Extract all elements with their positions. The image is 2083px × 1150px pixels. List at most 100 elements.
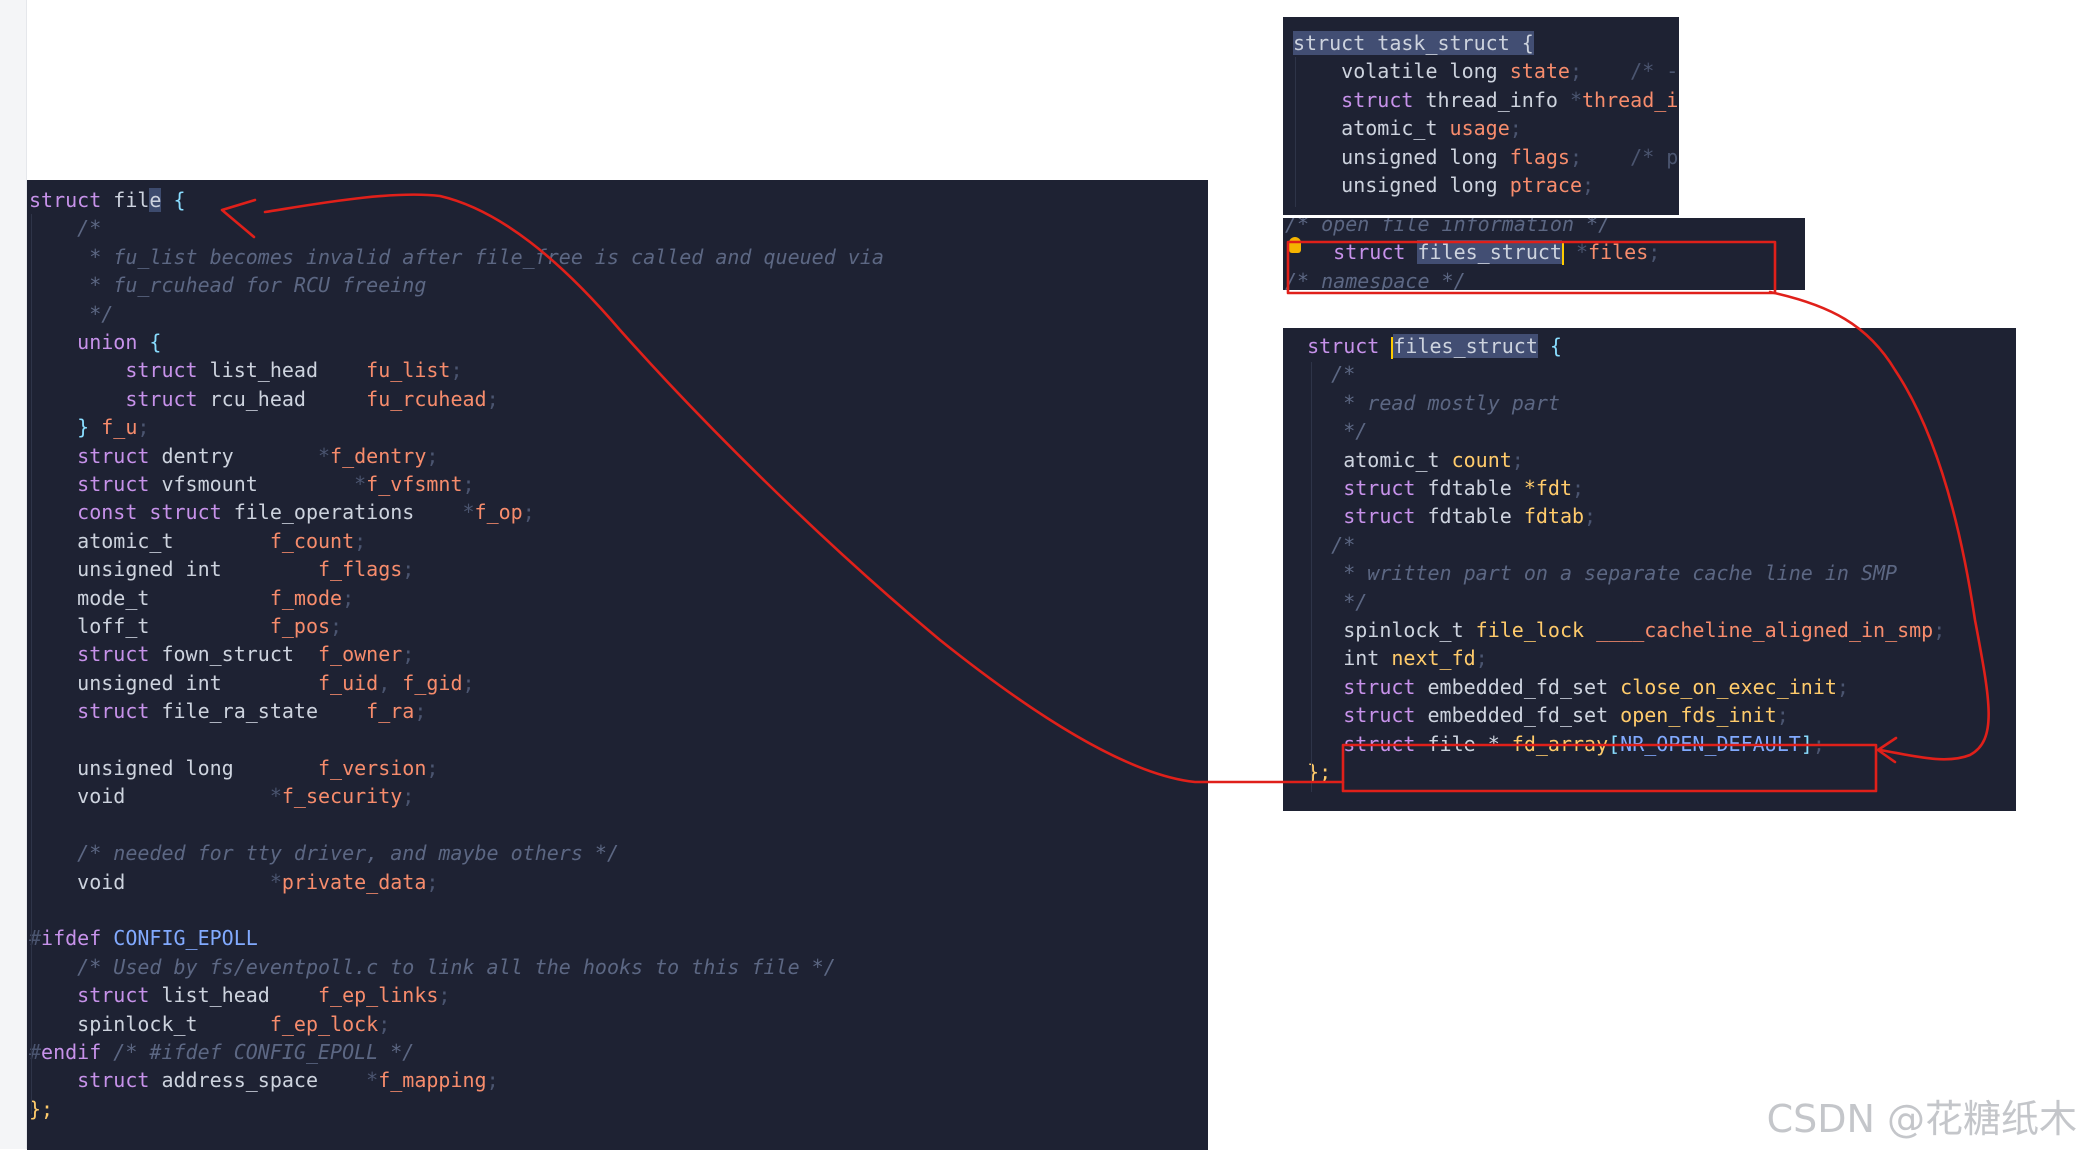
code-token: ifdef — [41, 926, 114, 951]
code-token: f_u — [101, 415, 138, 440]
code-token: ; — [402, 784, 415, 809]
code-line: atomic_t count; — [1283, 446, 2016, 474]
code-token: fil — [113, 188, 150, 212]
code-token: struct — [29, 642, 162, 667]
code-token: * read mostly part — [1283, 390, 1560, 415]
code-line: struct address_space *f_mapping; — [27, 1066, 1208, 1094]
code-line: struct list_head fu_list; — [27, 356, 1208, 384]
code-token: fu_list — [366, 358, 451, 383]
code-token: f_mapping — [378, 1068, 487, 1093]
code-line: struct rcu_head fu_rcuhead; — [27, 385, 1208, 413]
code-line: #endif /* #ifdef CONFIG_EPOLL */ — [27, 1038, 1208, 1066]
code-token: unsigned int — [29, 557, 318, 582]
indent-guide — [31, 214, 32, 1114]
code-token: ; — [1812, 731, 1825, 756]
code-line: /* needed for tty driver, and maybe othe… — [27, 839, 1208, 867]
code-token: files_struct — [1417, 240, 1562, 265]
code-token: ; — [402, 557, 415, 582]
code-panel-struct-file: struct file { /* * fu_list becomes inval… — [27, 180, 1208, 1150]
code-token: ; — [330, 614, 343, 638]
code-line: struct fdtable fdtab; — [1283, 502, 2016, 530]
code-token: */ — [1283, 419, 1368, 444]
code-token: struct — [1283, 334, 1392, 358]
indent-guide — [1295, 57, 1296, 207]
code-line: struct file { — [27, 186, 1208, 214]
code-token: file_ra_state — [161, 699, 367, 724]
code-token: struct — [1283, 703, 1428, 728]
code-line: mode_t f_mode; — [27, 584, 1208, 612]
code-token: }; — [29, 1096, 54, 1121]
code-line: /* — [1283, 531, 2016, 559]
code-token: spinlock_t — [29, 1011, 270, 1036]
code-token: usage — [1449, 116, 1510, 141]
code-token: struct — [1283, 476, 1428, 500]
code-token: ; — [1584, 504, 1597, 529]
code-token: ; — [462, 670, 475, 695]
code-line: unsigned int f_uid, f_gid; — [27, 669, 1208, 697]
code-token: fdtable — [1427, 476, 1524, 500]
code-line: * read mostly part — [1283, 389, 2016, 417]
code-token: f_flags — [317, 557, 403, 582]
code-token: ; — [462, 472, 475, 496]
code-token: file_lock — [1475, 618, 1597, 642]
code-token: CONFIG_EPOLL — [113, 926, 258, 951]
code-token: } — [29, 415, 102, 440]
code-line: struct file * fd_array[NR_OPEN_DEFAULT]; — [1283, 730, 2016, 758]
code-token: ; — [426, 869, 439, 894]
code-line: */ — [27, 300, 1208, 328]
code-token: /* Used by fs/eventpoll.c to link all th… — [29, 954, 836, 979]
code-token: struct — [1283, 504, 1428, 529]
code-token: e — [149, 188, 162, 212]
code-token: unsigned long — [1293, 144, 1510, 169]
code-line: */ — [1283, 417, 2016, 445]
code-line: struct list_head f_ep_links; — [27, 981, 1208, 1009]
code-token: struct — [29, 699, 162, 724]
code-line: unsigned long f_version; — [27, 754, 1208, 782]
code-token: * fu_list becomes invalid after file_fre… — [29, 244, 884, 269]
code-token: * — [269, 869, 282, 894]
code-token: f_uid — [317, 670, 379, 695]
code-token: /* — [1283, 532, 1356, 557]
code-line: * fu_rcuhead for RCU freeing — [27, 271, 1208, 299]
code-line: unsigned long flags; /* pe — [1283, 143, 1679, 171]
code-token: /* namespace */ — [1285, 268, 1466, 290]
code-token: f_pos — [269, 614, 331, 638]
code-token: ; /* -1 — [1569, 59, 1679, 84]
code-token: ; — [438, 983, 451, 1008]
code-token: * — [462, 500, 475, 525]
code-token: f_owner — [318, 642, 403, 667]
code-token: struct — [1293, 87, 1426, 112]
code-token: ; — [1933, 618, 1946, 642]
code-token: embedded_fd_set — [1427, 703, 1621, 728]
code-line: spinlock_t f_ep_lock; — [27, 1010, 1208, 1038]
code-line: struct vfsmount *f_vfsmnt; — [27, 470, 1208, 498]
code-token: fdtab — [1523, 504, 1585, 529]
code-token: /* needed for tty driver, and maybe othe… — [29, 841, 620, 866]
code-token: files_struct — [1393, 334, 1538, 358]
lightbulb-icon[interactable] — [1289, 237, 1301, 253]
code-token: state — [1509, 59, 1570, 84]
code-token: */ — [29, 301, 114, 326]
code-panel-files-struct: struct files_struct { /* * read mostly p… — [1283, 328, 2016, 811]
code-token: f_gid — [402, 670, 463, 695]
code-token: * — [354, 472, 367, 496]
code-token: ptrace — [1509, 173, 1582, 197]
code-line: struct fown_struct f_owner; — [27, 640, 1208, 668]
code-token: struct — [29, 358, 210, 383]
code-token: fown_struct — [161, 642, 318, 667]
code-token: f_vfsmnt — [366, 472, 463, 496]
code-token: thread_info — [1425, 87, 1570, 112]
code-token: ; — [426, 756, 439, 780]
code-line: unsigned long ptrace; — [1283, 171, 1679, 199]
code-token: f_ra — [366, 699, 415, 724]
code-token: [ — [1608, 731, 1621, 756]
code-token: private_data — [281, 869, 427, 894]
code-token: f_op — [474, 500, 523, 525]
code-line: /* — [27, 214, 1208, 242]
code-token: volatile long — [1293, 59, 1510, 84]
code-line: */ — [1283, 588, 2016, 616]
code-token: list_head — [161, 983, 318, 1008]
code-panel-task-files-field: /* open file information */ struct files… — [1283, 218, 1805, 290]
code-token: struct — [29, 1068, 162, 1093]
